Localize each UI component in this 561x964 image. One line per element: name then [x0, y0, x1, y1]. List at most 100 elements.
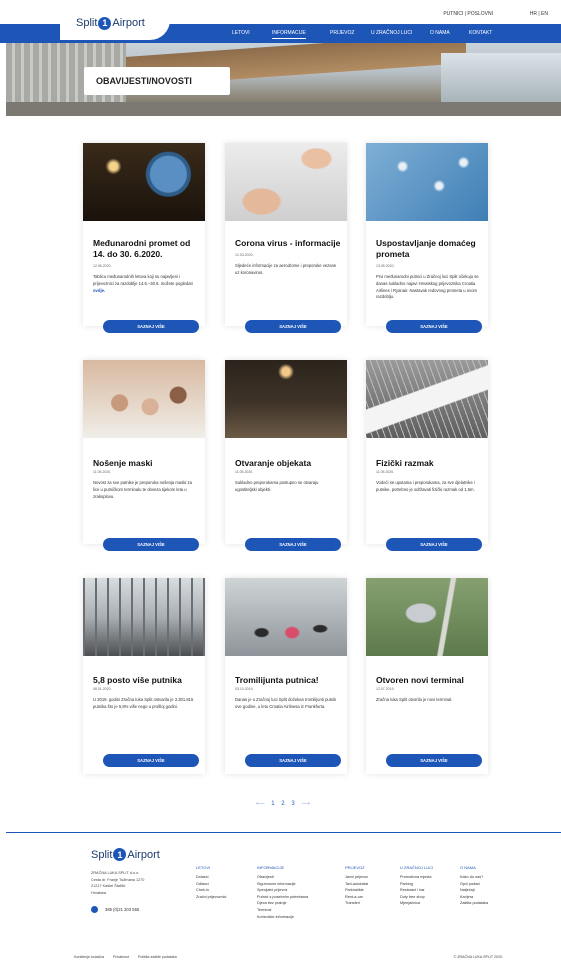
news-card: Otvoren novi terminal 12.07.2019. Zračna…	[366, 578, 488, 774]
card-title[interactable]: Tromilijunta putnica!	[235, 675, 345, 686]
footer-logo-left: Split	[91, 848, 113, 861]
footer-link[interactable]: Sigurnosne informacije	[257, 881, 308, 888]
legal-link-cookies[interactable]: Korištenje kolačića	[74, 955, 104, 959]
card-date: 11.05.2020.	[93, 470, 112, 474]
card-title[interactable]: Otvaranje objekata	[235, 458, 345, 469]
read-more-button[interactable]: SAZNAJ VIŠE	[245, 320, 341, 333]
card-text: Danas je u Zračnoj luci Split dočekan tr…	[235, 697, 337, 709]
card-date: 12.03.2020.	[235, 253, 254, 257]
card-title[interactable]: Nošenje maski	[93, 458, 203, 469]
footer-link[interactable]: Parking	[400, 881, 433, 888]
read-more-button[interactable]: SAZNAJ VIŠE	[386, 538, 482, 551]
address-line: ZRAČNA LUKA SPLIT d.o.o.	[91, 871, 140, 875]
footer-link[interactable]: Transferi	[345, 900, 368, 907]
hero-ground	[6, 102, 561, 116]
nav-item-prijevoz[interactable]: PRIJEVOZ	[330, 30, 354, 36]
nav-item-o-nama[interactable]: O NAMA	[430, 30, 450, 36]
nav-item-kontakt[interactable]: KONTAKT	[469, 30, 492, 36]
pager-page-1[interactable]: 1	[271, 801, 274, 807]
pager-prev-icon[interactable]: ⟵	[256, 801, 265, 807]
legal-links: Korištenje kolačića Privatnost Politika …	[74, 955, 185, 959]
card-date: 11.05.2020.	[235, 470, 254, 474]
card-title[interactable]: Fizički razmak	[376, 458, 486, 469]
footer-link[interactable]: Promotivna mjesta	[400, 874, 433, 881]
language-switcher[interactable]: HR | EN	[530, 11, 548, 17]
footer-link[interactable]: Restorani i bar	[400, 887, 433, 894]
pager-next-icon[interactable]: ⟶	[301, 801, 310, 807]
footer-column-heading: U ZRAČNOJ LUCI	[400, 865, 434, 870]
footer-link[interactable]: Chek-in	[196, 887, 226, 894]
read-more-button[interactable]: SAZNAJ VIŠE	[103, 754, 199, 767]
card-image	[83, 143, 205, 221]
footer-logo[interactable]: Split 1 Airport	[91, 848, 160, 861]
card-image	[225, 143, 347, 221]
news-card: Nošenje maski 11.05.2020. Novost za sve …	[83, 360, 205, 551]
site-logo[interactable]: Split 1 Airport	[60, 6, 170, 40]
legal-link-data-protection[interactable]: Politika zaštite podataka	[138, 955, 177, 959]
read-more-button[interactable]: SAZNAJ VIŠE	[386, 754, 482, 767]
footer-phone[interactable]: 385 (0)21 203 555	[91, 906, 139, 913]
utility-links[interactable]: PUTNICI | POSLOVNI	[443, 11, 493, 17]
footer-link[interactable]: Taxi-autotaksi	[345, 881, 368, 888]
footer-link[interactable]: Terminal	[257, 907, 308, 914]
card-text: U 2019. godini Zračna luka Split ostvari…	[93, 697, 194, 709]
card-image	[83, 360, 205, 438]
nav-item-letovi[interactable]: LETOVI	[232, 30, 250, 36]
pager-page-3[interactable]: 3	[291, 801, 294, 807]
footer-link[interactable]: Karijera	[460, 894, 488, 901]
footer-address: ZRAČNA LUKA SPLIT d.o.o. Cesta dr. Franj…	[91, 870, 144, 896]
footer-link[interactable]: Djeca bez pratnje	[257, 900, 308, 907]
card-title[interactable]: Uspostavljanje domaćeg prometa	[376, 238, 486, 260]
pager-page-2[interactable]: 2	[281, 801, 284, 807]
card-date: 12.07.2019.	[376, 687, 395, 691]
footer-link[interactable]: Rent-a-car	[345, 894, 368, 901]
card-date: 11.05.2020.	[376, 470, 395, 474]
read-more-button[interactable]: SAZNAJ VIŠE	[245, 538, 341, 551]
legal-link-privacy[interactable]: Privatnost	[113, 955, 129, 959]
footer-logo-mark-icon: 1	[113, 848, 127, 861]
read-more-button[interactable]: SAZNAJ VIŠE	[245, 754, 341, 767]
phone-icon	[91, 906, 98, 913]
footer-link[interactable]: Parkiralište	[345, 887, 368, 894]
footer-link[interactable]: Obavijesti	[257, 874, 308, 881]
logo-text-right: Airport	[112, 17, 145, 29]
news-card: Fizički razmak 11.05.2020. Vodeći se upu…	[366, 360, 488, 551]
nav-item-informacije[interactable]: INFORMACIJE	[272, 30, 306, 39]
address-line: Cesta dr. Franje Tuđmana 1270	[91, 877, 145, 882]
footer-link[interactable]: Zaštita podataka	[460, 900, 488, 907]
read-more-button[interactable]: SAZNAJ VIŠE	[103, 538, 199, 551]
card-title[interactable]: Otvoren novi terminal	[376, 675, 486, 686]
footer-link[interactable]: Mjenjačnica	[400, 900, 433, 907]
footer-link[interactable]: Kako do nas?	[460, 874, 488, 881]
footer-link[interactable]: Opći podaci	[460, 881, 488, 888]
card-image	[366, 360, 488, 438]
footer-link[interactable]: Duty free shop	[400, 894, 433, 901]
nav-item-u-zracnoj-luci[interactable]: U ZRAČNOJ LUCI	[371, 30, 412, 36]
card-text: Prvi međunarodni putnici u Zračnoj luci …	[376, 274, 479, 300]
footer-column-heading: PRIJEVOZ	[345, 865, 365, 870]
card-date: 08.01.2020.	[93, 687, 112, 691]
footer-link[interactable]: Zračni prijevoznici	[196, 894, 226, 901]
footer-link[interactable]: Putnici s posebnim potrebama	[257, 894, 308, 901]
read-more-button[interactable]: SAZNAJ VIŠE	[386, 320, 482, 333]
footer-column-heading: O NAMA	[460, 865, 476, 870]
card-text: Zračna luka Split otvorila je novi termi…	[376, 697, 453, 702]
read-more-button[interactable]: SAZNAJ VIŠE	[103, 320, 199, 333]
footer-column-u-zracnoj-luci: U ZRAČNOJ LUCI Promotivna mjesta Parking…	[400, 865, 433, 907]
footer-link[interactable]: Dolasci	[196, 874, 226, 881]
card-image	[366, 143, 488, 221]
card-title[interactable]: Corona virus - informacije	[235, 238, 345, 249]
card-inline-link[interactable]: ovdje.	[93, 288, 105, 293]
footer-link[interactable]: Korisničke informacije	[257, 914, 308, 921]
card-text-body: Tablicu međunarodnih letova koji su naja…	[93, 274, 193, 286]
footer-link[interactable]: Natječaji	[460, 887, 488, 894]
footer-divider	[6, 832, 561, 833]
card-title[interactable]: 5,8 posto više putnika	[93, 675, 203, 686]
page-title: OBAVIJESTI/NOVOSTI	[84, 67, 230, 95]
footer-link[interactable]: Javni prijevoz	[345, 874, 368, 881]
footer-column-heading: INFORMACIJE	[257, 865, 285, 870]
card-title[interactable]: Međunarodni promet od 14. do 30. 6.2020.	[93, 238, 203, 260]
card-image	[225, 360, 347, 438]
footer-link[interactable]: Specijalni prijevoz	[257, 887, 308, 894]
footer-link[interactable]: Odlasci	[196, 881, 226, 888]
